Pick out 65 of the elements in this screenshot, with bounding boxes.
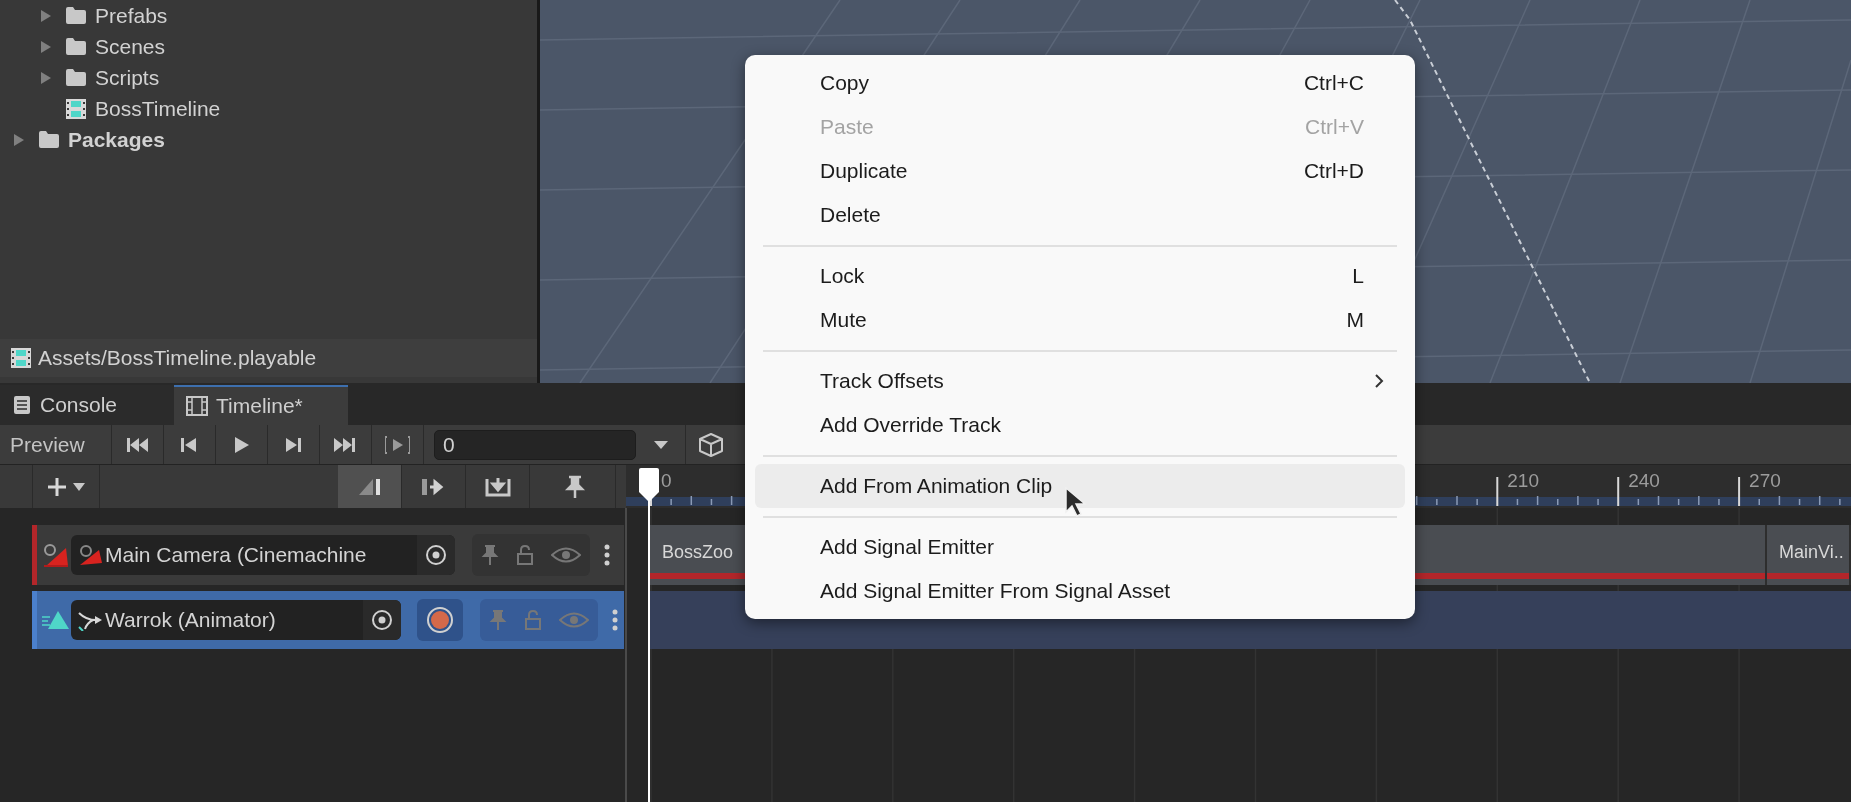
tree-item[interactable]: Packages [68,123,165,156]
menu-item[interactable]: Add Signal Emitter [755,525,1405,569]
frame-field[interactable]: 0 [434,429,636,460]
playhead[interactable] [638,468,660,802]
shortcut-text: M [1346,307,1364,334]
record-icon [426,606,454,634]
menu-item[interactable]: Track Offsets [755,359,1405,403]
pin-icon[interactable] [480,544,499,566]
lock-icon[interactable] [516,544,534,566]
shortcut-text: Ctrl+V [1305,114,1364,141]
caret-icon [652,439,669,450]
menu-item[interactable]: Delete [755,193,1405,237]
expand-arrow-icon[interactable] [39,39,53,54]
folder-icon [65,6,87,25]
more-icon[interactable] [604,544,610,566]
ruler-label: 0 [661,471,672,490]
timeline-clip[interactable]: MainVi.. [1767,525,1851,585]
track-name-field[interactable]: Warrok (Animator) [71,600,401,640]
shortcut-text: L [1352,263,1364,290]
more-icon[interactable] [612,609,618,631]
tree-item[interactable]: BossTimeline [95,92,221,125]
asset-path: Assets/BossTimeline.playable [38,345,317,372]
caret-icon [73,482,85,491]
ruler-label: 270 [1749,471,1781,490]
toolbar-button[interactable] [338,465,402,508]
menu-item[interactable]: Duplicate Ctrl+D [755,149,1405,193]
tree-item[interactable]: Prefabs [95,0,168,32]
folder-icon [38,130,60,149]
tree-item[interactable]: Scripts [95,61,160,94]
menu-item[interactable]: Lock L [755,254,1405,298]
cube-icon [698,431,724,458]
film-icon [186,396,208,416]
folder-icon [65,68,87,87]
menu-item[interactable]: Add Signal Emitter From Signal Asset [755,569,1405,613]
tree-item[interactable]: Scenes [95,30,166,63]
track-name-field[interactable]: Main Camera (Cinemachine [71,535,455,575]
target-icon[interactable] [371,609,393,631]
shortcut-text: Ctrl+C [1303,70,1364,97]
camera-track-icon [42,542,70,568]
eye-icon[interactable] [551,546,582,564]
track-header[interactable]: Warrok (Animator) [32,591,624,649]
triangle-track-icon [42,609,70,631]
ruler-label: 240 [1628,471,1660,490]
shortcut-text: Ctrl+D [1303,158,1364,185]
film-icon [65,97,87,120]
plus-icon [47,476,67,497]
folder-icon [65,37,87,56]
menu-item[interactable]: Add From Animation Clip [755,464,1405,508]
target-icon[interactable] [425,544,447,566]
expand-arrow-icon[interactable] [12,132,26,147]
curve-arrow-icon [77,609,103,631]
camera-icon [77,543,103,567]
list-icon [12,395,32,415]
play-range-icon [385,433,410,456]
record-button[interactable] [417,599,463,641]
film-icon [10,347,32,369]
menu-item[interactable]: Copy Ctrl+C [755,61,1405,105]
expand-arrow-icon[interactable] [39,8,53,23]
track-header[interactable]: Main Camera (Cinemachine [32,525,624,585]
preview-button[interactable]: Preview [0,425,112,464]
tab[interactable]: Timeline* [174,385,348,425]
menu-item[interactable]: Add Override Track [755,403,1405,447]
ruler-label: 210 [1507,471,1539,490]
expand-arrow-icon[interactable] [39,70,53,85]
menu-item[interactable]: Mute M [755,298,1405,342]
